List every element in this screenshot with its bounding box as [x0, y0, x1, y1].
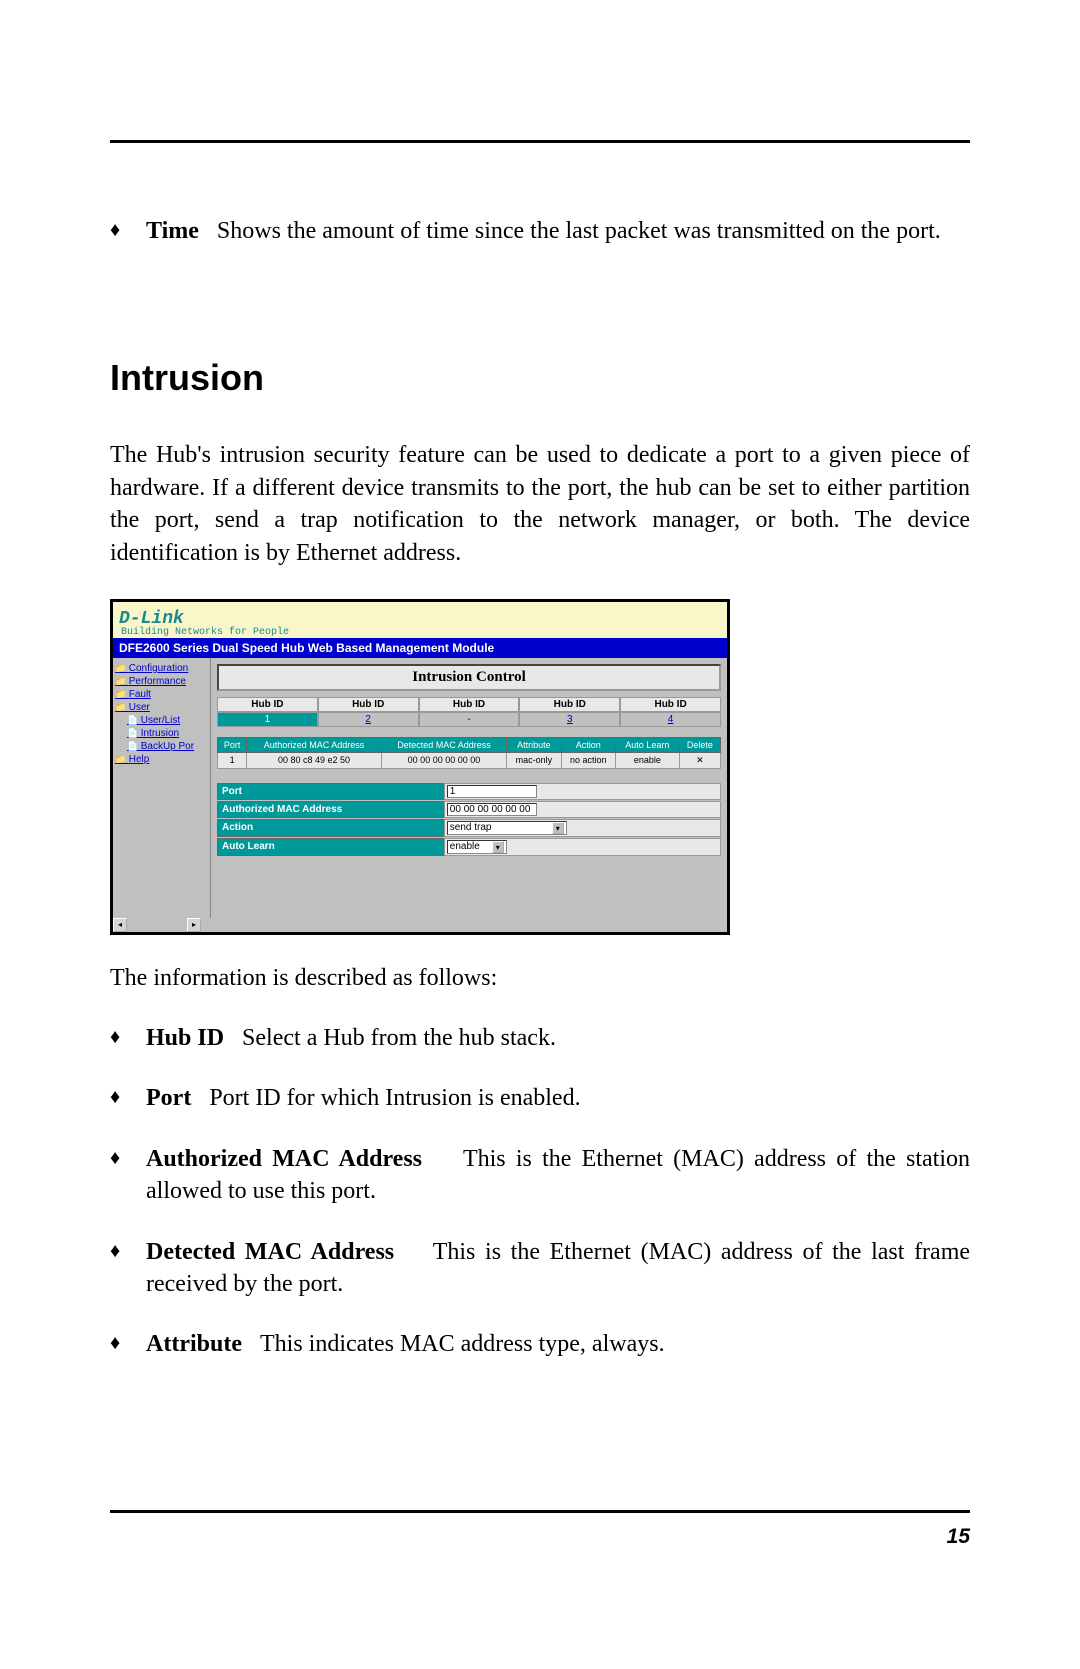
- bullet-time-label: Time: [146, 218, 199, 244]
- hub-header-1: Hub ID: [318, 697, 419, 712]
- list-intro: The information is described as follows:: [110, 965, 970, 992]
- td-action: no action: [561, 752, 615, 768]
- hub-header-3: Hub ID: [519, 697, 620, 712]
- ss-bluebar: DFE2600 Series Dual Speed Hub Web Based …: [113, 638, 727, 658]
- panel-title: Intrusion Control: [217, 664, 721, 691]
- hub-row: Hub ID1 Hub ID2 Hub ID- Hub ID3 Hub ID4: [217, 697, 721, 727]
- scroll-left-icon[interactable]: ◂: [113, 918, 127, 932]
- hub-header-4: Hub ID: [620, 697, 721, 712]
- diamond-bullet-icon: ♦: [110, 1022, 146, 1051]
- form-select-action[interactable]: send trap ▾: [447, 821, 567, 835]
- hub-header-2: Hub ID: [419, 697, 520, 712]
- form-input-authmac[interactable]: 00 00 00 00 00 00: [447, 803, 537, 816]
- th-attr: Attribute: [507, 737, 561, 752]
- hub-val-1[interactable]: 2: [318, 712, 419, 727]
- form-label-action: Action: [217, 819, 444, 837]
- diamond-bullet-icon: ♦: [110, 1236, 146, 1265]
- bullet-port-text: Port ID for which Intrusion is enabled.: [209, 1085, 580, 1111]
- bullet-attribute-text: This indicates MAC address type, always.: [260, 1331, 665, 1357]
- form-select-autolearn-value: enable: [450, 841, 480, 852]
- sidebar-userlist[interactable]: User/List: [115, 714, 208, 727]
- bullet-detmac-label: Detected MAC Address: [146, 1239, 394, 1265]
- bottom-rule: [110, 1510, 970, 1513]
- th-delete: Delete: [679, 737, 720, 752]
- page-number: 15: [947, 1525, 970, 1549]
- sidebar-configuration[interactable]: Configuration: [115, 662, 208, 675]
- dropdown-arrow-icon: ▾: [492, 841, 504, 853]
- form-label-autolearn: Auto Learn: [217, 838, 444, 856]
- td-authmac: 00 80 c8 49 e2 50: [247, 752, 381, 768]
- form-label-port: Port: [217, 783, 444, 800]
- diamond-bullet-icon: ♦: [110, 215, 146, 244]
- sidebar-fault[interactable]: Fault: [115, 688, 208, 701]
- embedded-screenshot: D-Link Building Networks for People DFE2…: [110, 599, 730, 935]
- td-delete[interactable]: ✕: [679, 752, 720, 768]
- dropdown-arrow-icon: ▾: [552, 822, 564, 834]
- bullet-authmac: ♦ Authorized MAC Address This is the Eth…: [110, 1143, 970, 1208]
- bullet-time-text: Time Shows the amount of time since the …: [146, 215, 970, 247]
- sidebar-intrusion[interactable]: Intrusion: [115, 727, 208, 740]
- ss-sidebar: Configuration Performance Fault User Use…: [113, 658, 211, 918]
- bullet-hubid-label: Hub ID: [146, 1025, 224, 1051]
- dlink-logo: D-Link: [119, 611, 289, 627]
- diamond-bullet-icon: ♦: [110, 1328, 146, 1357]
- form-select-action-value: send trap: [450, 822, 492, 833]
- td-autolearn: enable: [615, 752, 679, 768]
- diamond-bullet-icon: ♦: [110, 1143, 146, 1172]
- section-heading: Intrusion: [110, 357, 970, 399]
- td-port: 1: [218, 752, 247, 768]
- ss-main: Intrusion Control Hub ID1 Hub ID2 Hub ID…: [211, 658, 727, 918]
- bullet-attribute: ♦ Attribute This indicates MAC address t…: [110, 1328, 970, 1360]
- sidebar-user[interactable]: User: [115, 701, 208, 714]
- ss-header: D-Link Building Networks for People: [113, 602, 727, 638]
- hub-val-4[interactable]: 4: [620, 712, 721, 727]
- scroll-right-icon[interactable]: ▸: [187, 918, 201, 932]
- form-select-autolearn[interactable]: enable ▾: [447, 840, 507, 854]
- bullet-detmac: ♦ Detected MAC Address This is the Ether…: [110, 1236, 970, 1301]
- table-row: 1 00 80 c8 49 e2 50 00 00 00 00 00 00 ma…: [218, 752, 721, 768]
- th-autolearn: Auto Learn: [615, 737, 679, 752]
- form-label-authmac: Authorized MAC Address: [217, 801, 444, 818]
- td-attr: mac-only: [507, 752, 561, 768]
- bullet-authmac-label: Authorized MAC Address: [146, 1146, 422, 1172]
- form-input-port[interactable]: 1: [447, 785, 537, 798]
- top-rule: [110, 140, 970, 143]
- intrusion-form: Port 1 Authorized MAC Address 00 00 00 0…: [217, 783, 721, 856]
- sidebar-performance[interactable]: Performance: [115, 675, 208, 688]
- bullet-port-label: Port: [146, 1085, 191, 1111]
- intrusion-table: Port Authorized MAC Address Detected MAC…: [217, 737, 721, 769]
- ss-scrollbar[interactable]: ◂ ▸: [113, 918, 727, 932]
- bullet-time-body: Shows the amount of time since the last …: [217, 218, 941, 244]
- intro-paragraph: The Hub's intrusion security feature can…: [110, 439, 970, 569]
- th-authmac: Authorized MAC Address: [247, 737, 381, 752]
- th-detmac: Detected MAC Address: [381, 737, 507, 752]
- th-port: Port: [218, 737, 247, 752]
- bullet-port: ♦ Port Port ID for which Intrusion is en…: [110, 1082, 970, 1114]
- hub-val-2: -: [419, 712, 520, 727]
- page-content: ♦ Time Shows the amount of time since th…: [110, 215, 970, 1389]
- hub-header-0: Hub ID: [217, 697, 318, 712]
- th-action: Action: [561, 737, 615, 752]
- hub-val-3[interactable]: 3: [519, 712, 620, 727]
- bullet-time: ♦ Time Shows the amount of time since th…: [110, 215, 970, 247]
- bullet-hubid: ♦ Hub ID Select a Hub from the hub stack…: [110, 1022, 970, 1054]
- bullet-hubid-text: Select a Hub from the hub stack.: [242, 1025, 556, 1051]
- ss-body: Configuration Performance Fault User Use…: [113, 658, 727, 918]
- td-detmac: 00 00 00 00 00 00: [381, 752, 507, 768]
- sidebar-help[interactable]: Help: [115, 753, 208, 766]
- bullet-attribute-label: Attribute: [146, 1331, 242, 1357]
- diamond-bullet-icon: ♦: [110, 1082, 146, 1111]
- dlink-tagline: Building Networks for People: [121, 627, 289, 638]
- sidebar-backup[interactable]: BackUp Por: [115, 740, 208, 753]
- hub-val-0[interactable]: 1: [217, 712, 318, 727]
